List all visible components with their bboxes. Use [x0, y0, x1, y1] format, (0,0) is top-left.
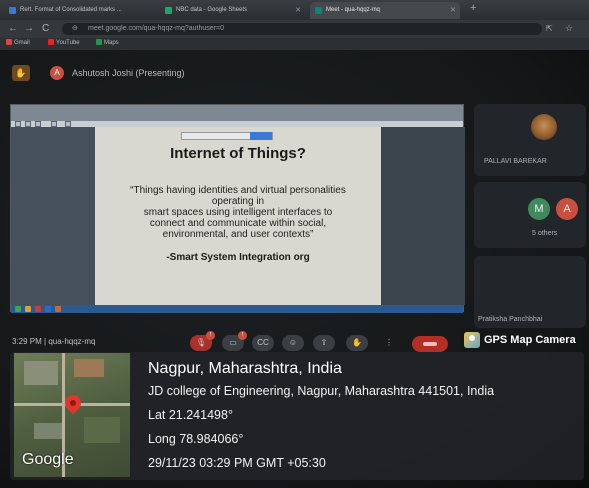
presentation-slide: Internet of Things? “Things having ident…	[95, 127, 381, 305]
start-icon	[15, 306, 21, 312]
location-address: JD college of Engineering, Nagpur, Mahar…	[148, 384, 495, 398]
google-logo: Google	[22, 451, 74, 468]
presenter-name: Ashutosh Joshi (Presenting)	[72, 68, 185, 78]
shared-window-titlebar	[11, 105, 463, 121]
captions-button[interactable]: CC	[252, 335, 274, 351]
map-building	[74, 359, 104, 377]
map-building	[34, 423, 62, 439]
tab-label: Rert. Format of Consolidated marks ...	[20, 7, 122, 13]
alert-dot: !	[238, 331, 247, 340]
presenter-avatar: A	[50, 66, 64, 80]
slide-body: “Things having identities and virtual pe…	[105, 185, 371, 240]
latitude: Lat 21.241498°	[148, 408, 233, 422]
others-count: 5 others	[532, 230, 558, 237]
shared-side-panel-right	[381, 127, 465, 305]
slide-line: “Things having identities and virtual pe…	[130, 185, 346, 196]
avatar: A	[556, 198, 578, 220]
url-text: meet.google.com/qua-hqqz-mq?authuser=0	[88, 25, 225, 32]
participant-photo	[531, 114, 557, 140]
app-icon	[35, 306, 41, 312]
slide-line: smart spaces using intelligent interface…	[143, 207, 333, 218]
slide-source: -Smart System Integration org	[166, 252, 310, 263]
avatar: M	[528, 198, 550, 220]
camera-button[interactable]: ▭!	[222, 331, 247, 351]
app-icon	[45, 306, 51, 312]
alert-dot: !	[206, 331, 215, 340]
folder-icon	[25, 306, 31, 312]
emoji-button[interactable]: ☺	[282, 335, 304, 351]
more-options-icon[interactable]: ⋮	[378, 335, 400, 351]
meeting-time-code: 3:29 PM | qua-hqqz-mq	[12, 337, 96, 346]
slide-line: operating in	[211, 196, 265, 207]
participant-tile-others[interactable]: M A 5 others	[474, 182, 586, 248]
shared-side-panel-left	[11, 127, 95, 305]
star-icon[interactable]: ☆	[565, 23, 573, 34]
slide-title: Internet of Things?	[170, 145, 306, 162]
present-button[interactable]: ⇧	[313, 335, 335, 351]
slide-line: connect and communicate within social,	[149, 218, 327, 229]
gps-app-name: GPS Map Camera	[484, 334, 576, 346]
close-icon[interactable]: ✕	[295, 6, 301, 14]
maps-icon	[96, 39, 102, 45]
youtube-icon	[48, 39, 54, 45]
sheets-icon	[165, 7, 172, 14]
location-title: Nagpur, Maharashtra, India	[148, 360, 342, 377]
url-field[interactable]: ⊖ meet.google.com/qua-hqqz-mq?authuser=0	[62, 23, 542, 35]
shared-taskbar	[11, 305, 463, 313]
tab-label: Meet - qua-hqqz-mq	[326, 7, 381, 13]
longitude: Long 78.984066°	[148, 432, 244, 446]
sharing-notice-bar	[181, 132, 273, 140]
map-thumbnail: Google	[14, 353, 130, 477]
stop-sharing-button	[250, 132, 272, 140]
powerpoint-icon	[55, 306, 61, 312]
hand-raise-icon[interactable]: ✋	[12, 65, 30, 81]
shared-screen: Internet of Things? “Things having ident…	[10, 104, 465, 313]
tab-consolidated-marks[interactable]: Rert. Format of Consolidated marks ...	[4, 2, 154, 19]
map-field	[84, 417, 120, 443]
tab-label: NBC data - Google Sheets	[176, 7, 248, 13]
address-bar: ← → C ⊖ meet.google.com/qua-hqqz-mq?auth…	[0, 20, 589, 38]
lock-icon: ⊖	[72, 25, 78, 32]
gps-camera-icon	[464, 332, 480, 348]
participant-tile-pallavi[interactable]: PALLAVI BAREKAR	[474, 104, 586, 176]
slide-line: environmental, and user contexts”	[162, 229, 314, 240]
reload-icon[interactable]: C	[42, 23, 49, 34]
bookmark-gmail[interactable]: Gmail	[6, 39, 30, 46]
back-icon[interactable]: ←	[8, 23, 18, 34]
cast-icon[interactable]: ⇱	[546, 24, 553, 33]
participant-name: Pratiksha Panchbhai	[478, 316, 543, 323]
close-icon[interactable]: ✕	[450, 6, 456, 14]
raise-hand-button[interactable]: ✋	[346, 335, 368, 351]
leave-call-button[interactable]	[412, 336, 448, 352]
gmail-icon	[6, 39, 12, 45]
bookmark-maps[interactable]: Maps	[96, 39, 119, 46]
gps-app-badge: GPS Map Camera	[460, 329, 582, 351]
docs-icon	[9, 7, 16, 14]
participant-tile-pratiksha[interactable]: Pratiksha Panchbhai	[474, 256, 586, 328]
bookmarks-bar: Gmail YouTube Maps	[0, 38, 589, 50]
map-building	[24, 361, 58, 385]
tab-meet[interactable]: Meet - qua-hqqz-mq ✕	[310, 2, 460, 19]
participant-name: PALLAVI BAREKAR	[484, 158, 547, 165]
browser-tab-bar: Rert. Format of Consolidated marks ... N…	[0, 0, 589, 20]
timestamp: 29/11/23 03:29 PM GMT +05:30	[148, 456, 326, 470]
tab-nbc-data[interactable]: NBC data - Google Sheets ✕	[160, 2, 305, 19]
forward-icon[interactable]: →	[24, 23, 34, 34]
bookmark-youtube[interactable]: YouTube	[48, 39, 80, 46]
meet-icon	[315, 7, 322, 14]
new-tab-button[interactable]: +	[470, 2, 476, 14]
mic-button[interactable]: 🎙!	[190, 331, 215, 351]
